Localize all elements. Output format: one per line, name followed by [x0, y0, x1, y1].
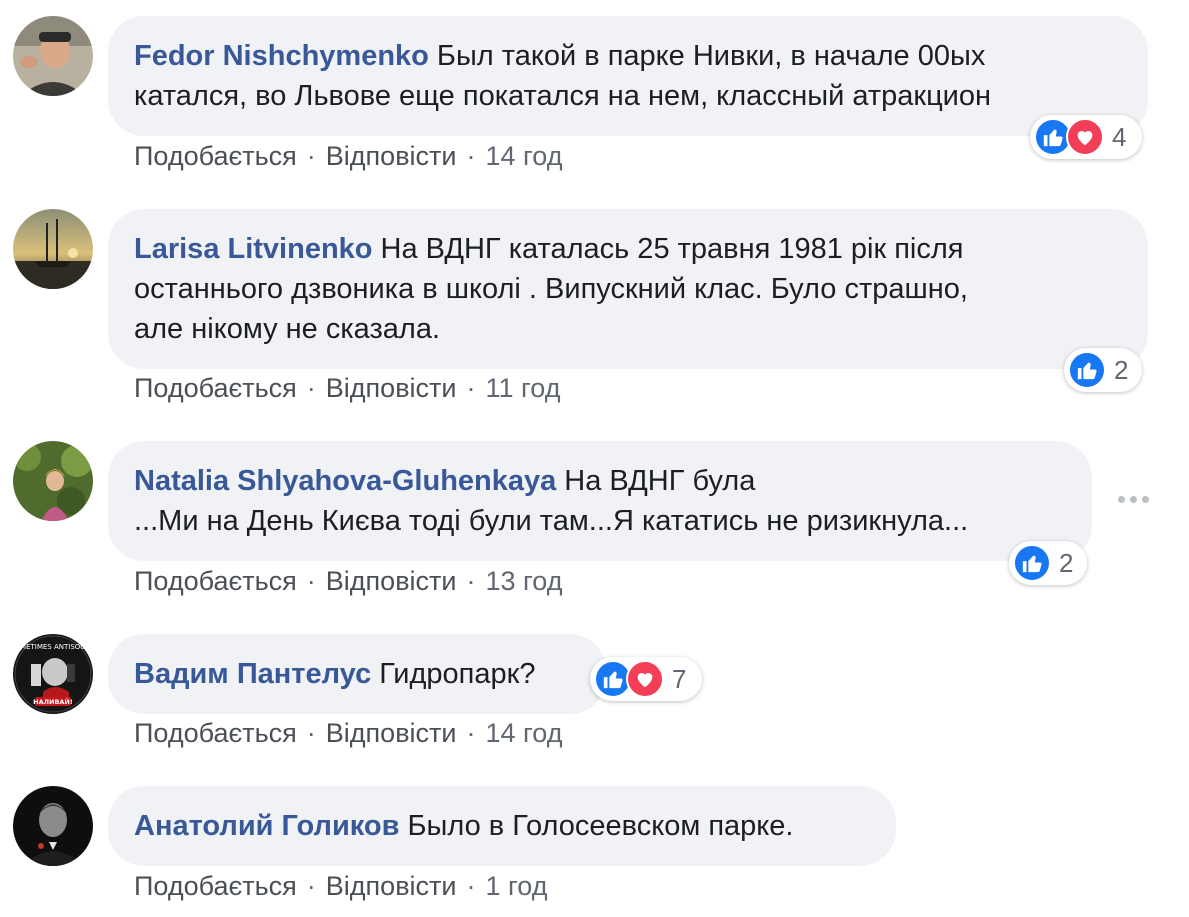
separator: ·: [306, 871, 316, 901]
heart-icon: [1066, 118, 1104, 156]
avatar[interactable]: [13, 441, 93, 521]
avatar[interactable]: [13, 786, 93, 866]
comment-author[interactable]: Анатолий Голиков: [134, 810, 399, 842]
reply-link[interactable]: Відповісти: [326, 141, 457, 171]
reply-link[interactable]: Відповісти: [326, 718, 457, 748]
reaction-count: 7: [672, 663, 687, 694]
like-link[interactable]: Подобається: [134, 373, 297, 403]
comment-bubble: Natalia Shlyahova-Gluhenkaya На ВДНГ була…: [108, 441, 1092, 561]
like-link[interactable]: Подобається: [134, 718, 297, 748]
reply-link[interactable]: Відповісти: [326, 566, 457, 596]
heart-icon: [626, 660, 664, 698]
avatar-logo-icon: SOMETIMES ANTISOCIAL НАЛИВАЙ!: [13, 634, 93, 714]
like-link[interactable]: Подобається: [134, 871, 297, 901]
comment-text: Гидропарк?: [379, 658, 536, 690]
comment-actions: Подобається · Відповісти · 14 год: [134, 141, 562, 172]
reaction-summary[interactable]: 4: [1030, 115, 1142, 159]
like-link[interactable]: Подобається: [134, 141, 297, 171]
separator: ·: [466, 718, 476, 748]
comment-bubble: Larisa Litvinenko На ВДНГ каталась 25 тра…: [108, 209, 1148, 369]
separator: ·: [466, 871, 476, 901]
reply-link[interactable]: Відповісти: [326, 871, 457, 901]
separator: ·: [306, 566, 316, 596]
avatar-photo-icon: [13, 209, 93, 289]
dot: [1130, 496, 1137, 503]
timestamp[interactable]: 1 год: [486, 871, 548, 901]
comment-bubble: Анатолий Голиков Было в Голосеевском парк…: [108, 786, 896, 866]
dot: [1118, 496, 1125, 503]
reaction-summary[interactable]: 2: [1064, 348, 1142, 392]
reaction-summary[interactable]: 2: [1009, 541, 1087, 585]
avatar-photo-icon: [13, 786, 93, 866]
avatar-photo-icon: [13, 441, 93, 521]
comment-author[interactable]: Larisa Litvinenko: [134, 233, 373, 265]
avatar[interactable]: [13, 209, 93, 289]
reaction-summary[interactable]: 7: [590, 657, 702, 701]
reaction-count: 4: [1112, 121, 1127, 152]
separator: ·: [466, 566, 476, 596]
thumbs-up-icon: [1013, 544, 1051, 582]
comment-text: Было в Голосеевском парке.: [407, 810, 794, 842]
reply-link[interactable]: Відповісти: [326, 373, 457, 403]
separator: ·: [306, 718, 316, 748]
like-link[interactable]: Подобається: [134, 566, 297, 596]
comment-actions: Подобається · Відповісти · 13 год: [134, 566, 562, 597]
reaction-count: 2: [1114, 354, 1129, 385]
comment-bubble: Вадим Пантелус Гидропарк?: [108, 634, 606, 714]
comment-actions: Подобається · Відповісти · 11 год: [134, 373, 560, 404]
comment-author[interactable]: Вадим Пантелус: [134, 658, 371, 690]
comment-author[interactable]: Natalia Shlyahova-Gluhenkaya: [134, 465, 556, 497]
comment-actions: Подобається · Відповісти · 14 год: [134, 718, 562, 749]
timestamp[interactable]: 13 год: [486, 566, 563, 596]
timestamp[interactable]: 11 год: [486, 373, 561, 403]
timestamp[interactable]: 14 год: [486, 718, 563, 748]
reaction-count: 2: [1059, 547, 1074, 578]
avatar-photo-icon: [13, 16, 93, 96]
comment-bubble: Fedor Nishchymenko Был такой в парке Нивк…: [108, 16, 1148, 136]
logo-bottom-text: НАЛИВАЙ!: [33, 697, 73, 706]
avatar[interactable]: SOMETIMES ANTISOCIAL НАЛИВАЙ!: [13, 634, 93, 714]
logo-top-text: SOMETIMES ANTISOCIAL: [13, 643, 93, 651]
timestamp[interactable]: 14 год: [486, 141, 563, 171]
separator: ·: [466, 373, 476, 403]
comment-author[interactable]: Fedor Nishchymenko: [134, 40, 429, 72]
dot: [1142, 496, 1149, 503]
comment-actions: Подобається · Відповісти · 1 год: [134, 871, 547, 902]
separator: ·: [466, 141, 476, 171]
separator: ·: [306, 373, 316, 403]
thumbs-up-icon: [1068, 351, 1106, 389]
more-options-icon[interactable]: [1118, 496, 1149, 503]
separator: ·: [306, 141, 316, 171]
avatar[interactable]: [13, 16, 93, 96]
